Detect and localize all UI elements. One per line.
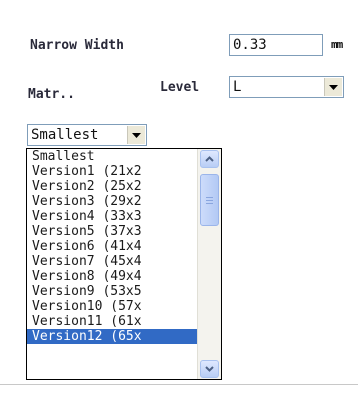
list-item[interactable]: Version5 (37x3 [27, 224, 198, 239]
list-item[interactable]: Version4 (33x3 [27, 209, 198, 224]
scroll-up-icon [205, 156, 214, 162]
scroll-down-button[interactable] [200, 360, 219, 378]
chevron-down-icon [329, 84, 338, 90]
list-item[interactable]: Smallest [27, 149, 198, 164]
level-select[interactable]: L [229, 76, 344, 98]
chevron-down-icon [132, 132, 141, 138]
scroll-up-button[interactable] [200, 150, 219, 168]
grip-line [206, 197, 213, 198]
matrix-options: Smallest Version1 (21x2 Version2 (25x2 V… [27, 149, 198, 379]
list-item[interactable]: Version11 (61x [27, 314, 198, 329]
matrix-dropdown-list[interactable]: Smallest Version1 (21x2 Version2 (25x2 V… [26, 148, 222, 380]
list-item[interactable]: Version1 (21x2 [27, 164, 198, 179]
narrow-width-unit: mm [331, 38, 343, 51]
level-dropdown-button[interactable] [324, 78, 342, 96]
list-item[interactable]: Version10 (57x [27, 299, 198, 314]
grip-line [206, 200, 213, 201]
dropdown-scrollbar[interactable] [197, 149, 221, 379]
list-item[interactable]: Version2 (25x2 [27, 179, 198, 194]
divider [0, 384, 358, 385]
scroll-down-icon [205, 366, 214, 372]
matrix-label: Matr.. [28, 87, 75, 102]
list-item[interactable]: Version6 (41x4 [27, 239, 198, 254]
list-item[interactable]: Version9 (53x5 [27, 284, 198, 299]
list-item[interactable]: Version8 (49x4 [27, 269, 198, 284]
level-label: Level [160, 80, 200, 95]
list-item[interactable]: Version3 (29x2 [27, 194, 198, 209]
matrix-dropdown-button[interactable] [127, 126, 145, 144]
narrow-width-input[interactable]: 0.33 [229, 34, 323, 56]
narrow-width-label: Narrow Width [30, 38, 124, 53]
grip-line [206, 203, 213, 204]
matrix-select[interactable]: Smallest [27, 124, 147, 146]
list-item-selected[interactable]: Version12 (65x [27, 329, 198, 344]
list-item[interactable]: Version7 (45x4 [27, 254, 198, 269]
matrix-select-value: Smallest [31, 127, 99, 143]
level-select-value: L [233, 79, 242, 95]
scroll-thumb[interactable] [200, 174, 219, 226]
